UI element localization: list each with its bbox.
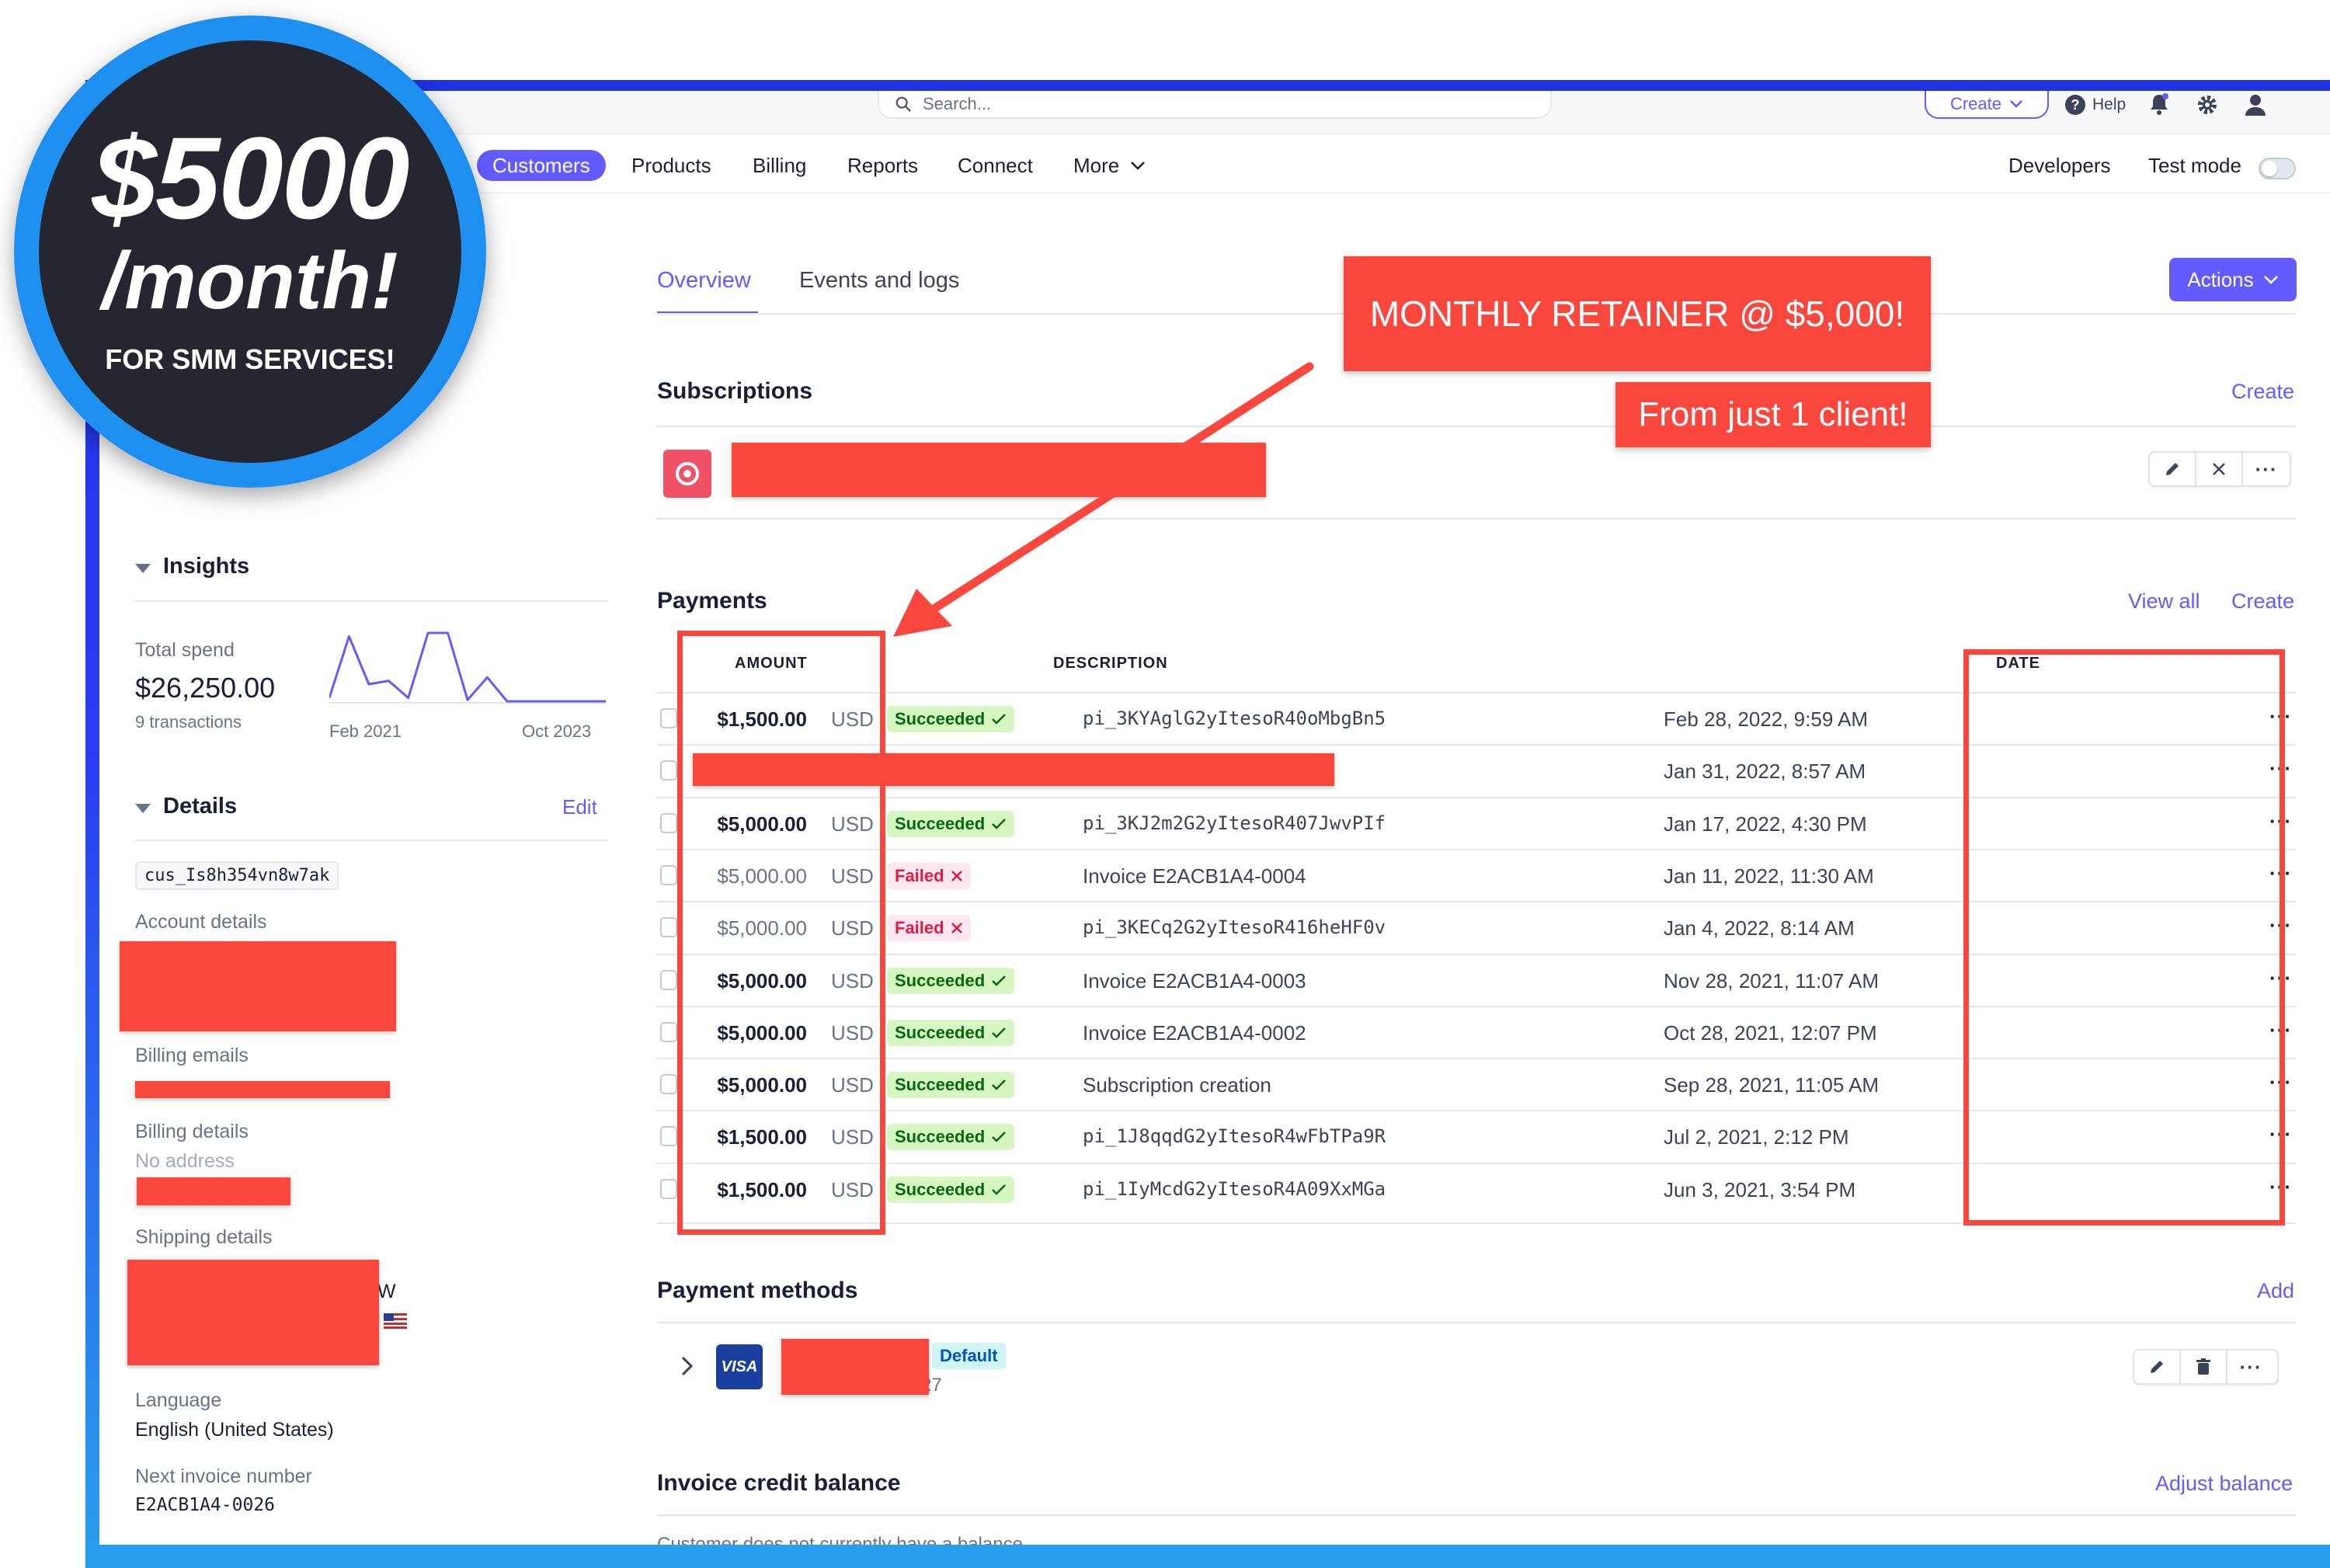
promo-amount: $5000 bbox=[92, 113, 409, 243]
promo-medal-inner: $5000 /month! FOR SMM SERVICES! bbox=[39, 40, 461, 463]
promo-tagline: FOR SMM SERVICES! bbox=[105, 343, 395, 375]
promo-medal: $5000 /month! FOR SMM SERVICES! bbox=[14, 16, 486, 488]
one-client-callout: From just 1 client! bbox=[1615, 382, 1931, 447]
retainer-callout: MONTHLY RETAINER @ $5,000! bbox=[1344, 256, 1931, 371]
arrow-shaft bbox=[920, 362, 1314, 620]
arrow-head-icon bbox=[893, 589, 952, 637]
promo-period: /month! bbox=[102, 236, 398, 326]
